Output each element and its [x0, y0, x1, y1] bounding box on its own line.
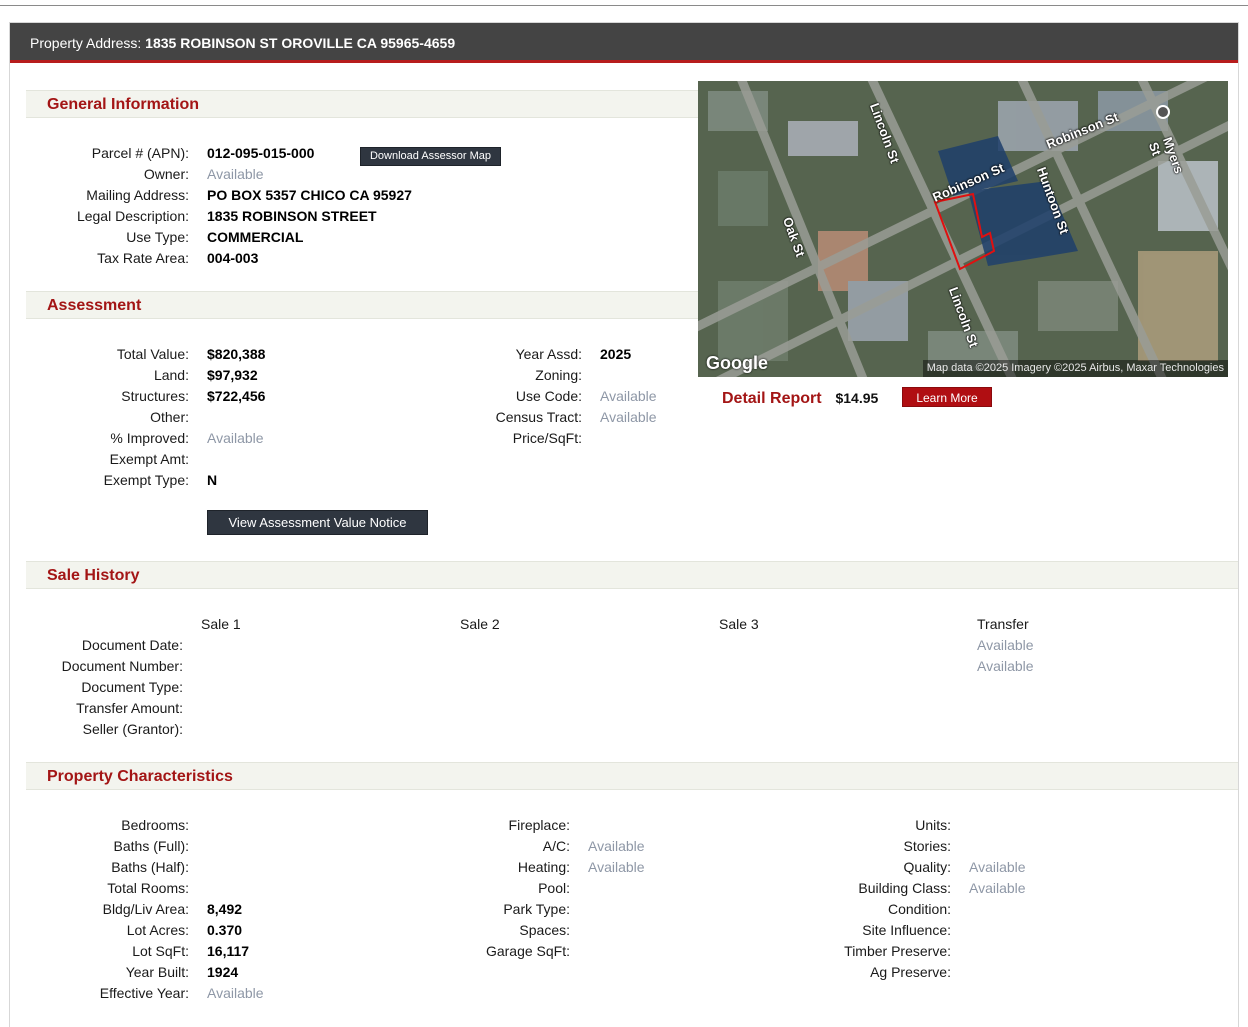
available-link[interactable]: Available: [969, 878, 1026, 899]
field-label: Owner:: [143, 166, 189, 182]
available-link[interactable]: Available: [207, 428, 264, 449]
field-label: Quality:: [903, 859, 951, 875]
google-logo: Google: [706, 353, 768, 373]
sale-row-label: Seller (Grantor):: [82, 721, 183, 737]
field-label: Total Rooms:: [107, 880, 189, 896]
field-value: COMMERCIAL: [207, 229, 304, 245]
field-label: Year Assd:: [515, 346, 582, 362]
field-value: $722,456: [207, 388, 266, 404]
field-value: 2025: [600, 346, 632, 362]
sale-column-header: Sale 1: [201, 616, 241, 632]
field-label: Ag Preserve:: [870, 964, 951, 980]
available-link[interactable]: Available: [207, 983, 264, 1004]
aerial-map[interactable]: Lincoln St Robinson St Robinson St Myers…: [698, 81, 1228, 377]
field-label: Stories:: [903, 838, 951, 854]
field-label: Park Type:: [503, 901, 570, 917]
field-label: Price/SqFt:: [512, 430, 582, 446]
sale-row-label: Document Date:: [81, 637, 183, 653]
available-link[interactable]: Available: [977, 656, 1034, 677]
available-link[interactable]: Available: [977, 635, 1034, 656]
address-label: Property Address:: [30, 35, 142, 51]
field-label: Other:: [150, 409, 189, 425]
detail-report-label: Detail Report: [722, 390, 822, 407]
field-value: 1924: [207, 964, 239, 980]
field-label: Condition:: [887, 901, 951, 917]
download-assessor-map-button[interactable]: Download Assessor Map: [360, 147, 501, 166]
field-label: Heating:: [517, 859, 570, 875]
sale-column-header: Sale 2: [460, 616, 500, 632]
detail-report: Detail Report $14.95: [722, 387, 878, 409]
field-label: Total Value:: [116, 346, 189, 362]
available-link[interactable]: Available: [600, 386, 657, 407]
field-value: 0.370: [207, 922, 243, 938]
field-label: Structures:: [121, 388, 189, 404]
field-label: Effective Year:: [99, 985, 189, 1001]
field-label: Bedrooms:: [121, 817, 189, 833]
sale-column-header: Transfer: [977, 616, 1029, 632]
property-characteristics-heading: Property Characteristics: [26, 762, 1238, 790]
available-link[interactable]: Available: [969, 857, 1026, 878]
available-link[interactable]: Available: [588, 836, 645, 857]
field-label: Site Influence:: [862, 922, 951, 938]
top-divider: [0, 5, 1248, 6]
field-value: 012-095-015-000: [207, 145, 315, 161]
learn-more-button[interactable]: Learn More: [902, 387, 992, 407]
field-label: Building Class:: [858, 880, 951, 896]
field-value: 1835 ROBINSON STREET: [207, 208, 377, 224]
property-address: 1835 ROBINSON ST OROVILLE CA 95965-4659: [145, 35, 456, 51]
sale-row-label: Transfer Amount:: [76, 700, 183, 716]
available-link[interactable]: Available: [207, 164, 264, 185]
field-label: Pool:: [538, 880, 570, 896]
field-value: 16,117: [207, 943, 250, 959]
field-label: Parcel # (APN):: [91, 145, 189, 161]
field-value: N: [207, 472, 218, 488]
field-label: Mailing Address:: [86, 187, 189, 203]
field-label: Use Code:: [515, 388, 582, 404]
field-label: Lot SqFt:: [132, 943, 189, 959]
view-assessment-notice-button[interactable]: View Assessment Value Notice: [207, 510, 428, 535]
field-label: Year Built:: [125, 964, 189, 980]
transit-icon[interactable]: [1156, 105, 1170, 119]
field-label: Exempt Amt:: [109, 451, 189, 467]
field-label: Use Type:: [126, 229, 189, 245]
sale-row-label: Document Number:: [61, 658, 183, 674]
field-value: $97,932: [207, 367, 258, 383]
property-address-bar: Property Address: 1835 ROBINSON ST OROVI…: [10, 23, 1238, 63]
general-info-heading: General Information: [26, 90, 698, 118]
field-label: Garage SqFt:: [485, 943, 570, 959]
property-panel: Property Address: 1835 ROBINSON ST OROVI…: [9, 22, 1239, 1027]
map-attribution: Map data ©2025 Imagery ©2025 Airbus, Max…: [922, 360, 1228, 377]
field-label: Bldg/Liv Area:: [102, 901, 189, 917]
field-value: PO BOX 5357 CHICO CA 95927: [207, 187, 412, 203]
field-label: Spaces:: [519, 922, 570, 938]
available-link[interactable]: Available: [600, 407, 657, 428]
field-label: Lot Acres:: [126, 922, 189, 938]
field-value: 8,492: [207, 901, 243, 917]
detail-report-price: $14.95: [835, 390, 879, 406]
sale-column-header: Sale 3: [719, 616, 759, 632]
sale-history-heading: Sale History: [26, 561, 1238, 589]
sale-row-label: Document Type:: [81, 679, 183, 695]
field-label: Baths (Half):: [111, 859, 189, 875]
field-label: Tax Rate Area:: [97, 250, 189, 266]
field-value: $820,388: [207, 346, 266, 362]
field-label: Land:: [153, 367, 189, 383]
field-value: 004-003: [207, 250, 259, 266]
field-label: Legal Description:: [76, 208, 189, 224]
field-label: Baths (Full):: [113, 838, 189, 854]
assessment-heading: Assessment: [26, 291, 698, 319]
field-label: Census Tract:: [495, 409, 582, 425]
field-label: Zoning:: [535, 367, 582, 383]
field-label: Timber Preserve:: [844, 943, 951, 959]
field-label: % Improved:: [110, 430, 189, 446]
field-label: A/C:: [542, 838, 570, 854]
field-label: Exempt Type:: [103, 472, 189, 488]
available-link[interactable]: Available: [588, 857, 645, 878]
field-label: Fireplace:: [508, 817, 570, 833]
field-label: Units:: [915, 817, 951, 833]
